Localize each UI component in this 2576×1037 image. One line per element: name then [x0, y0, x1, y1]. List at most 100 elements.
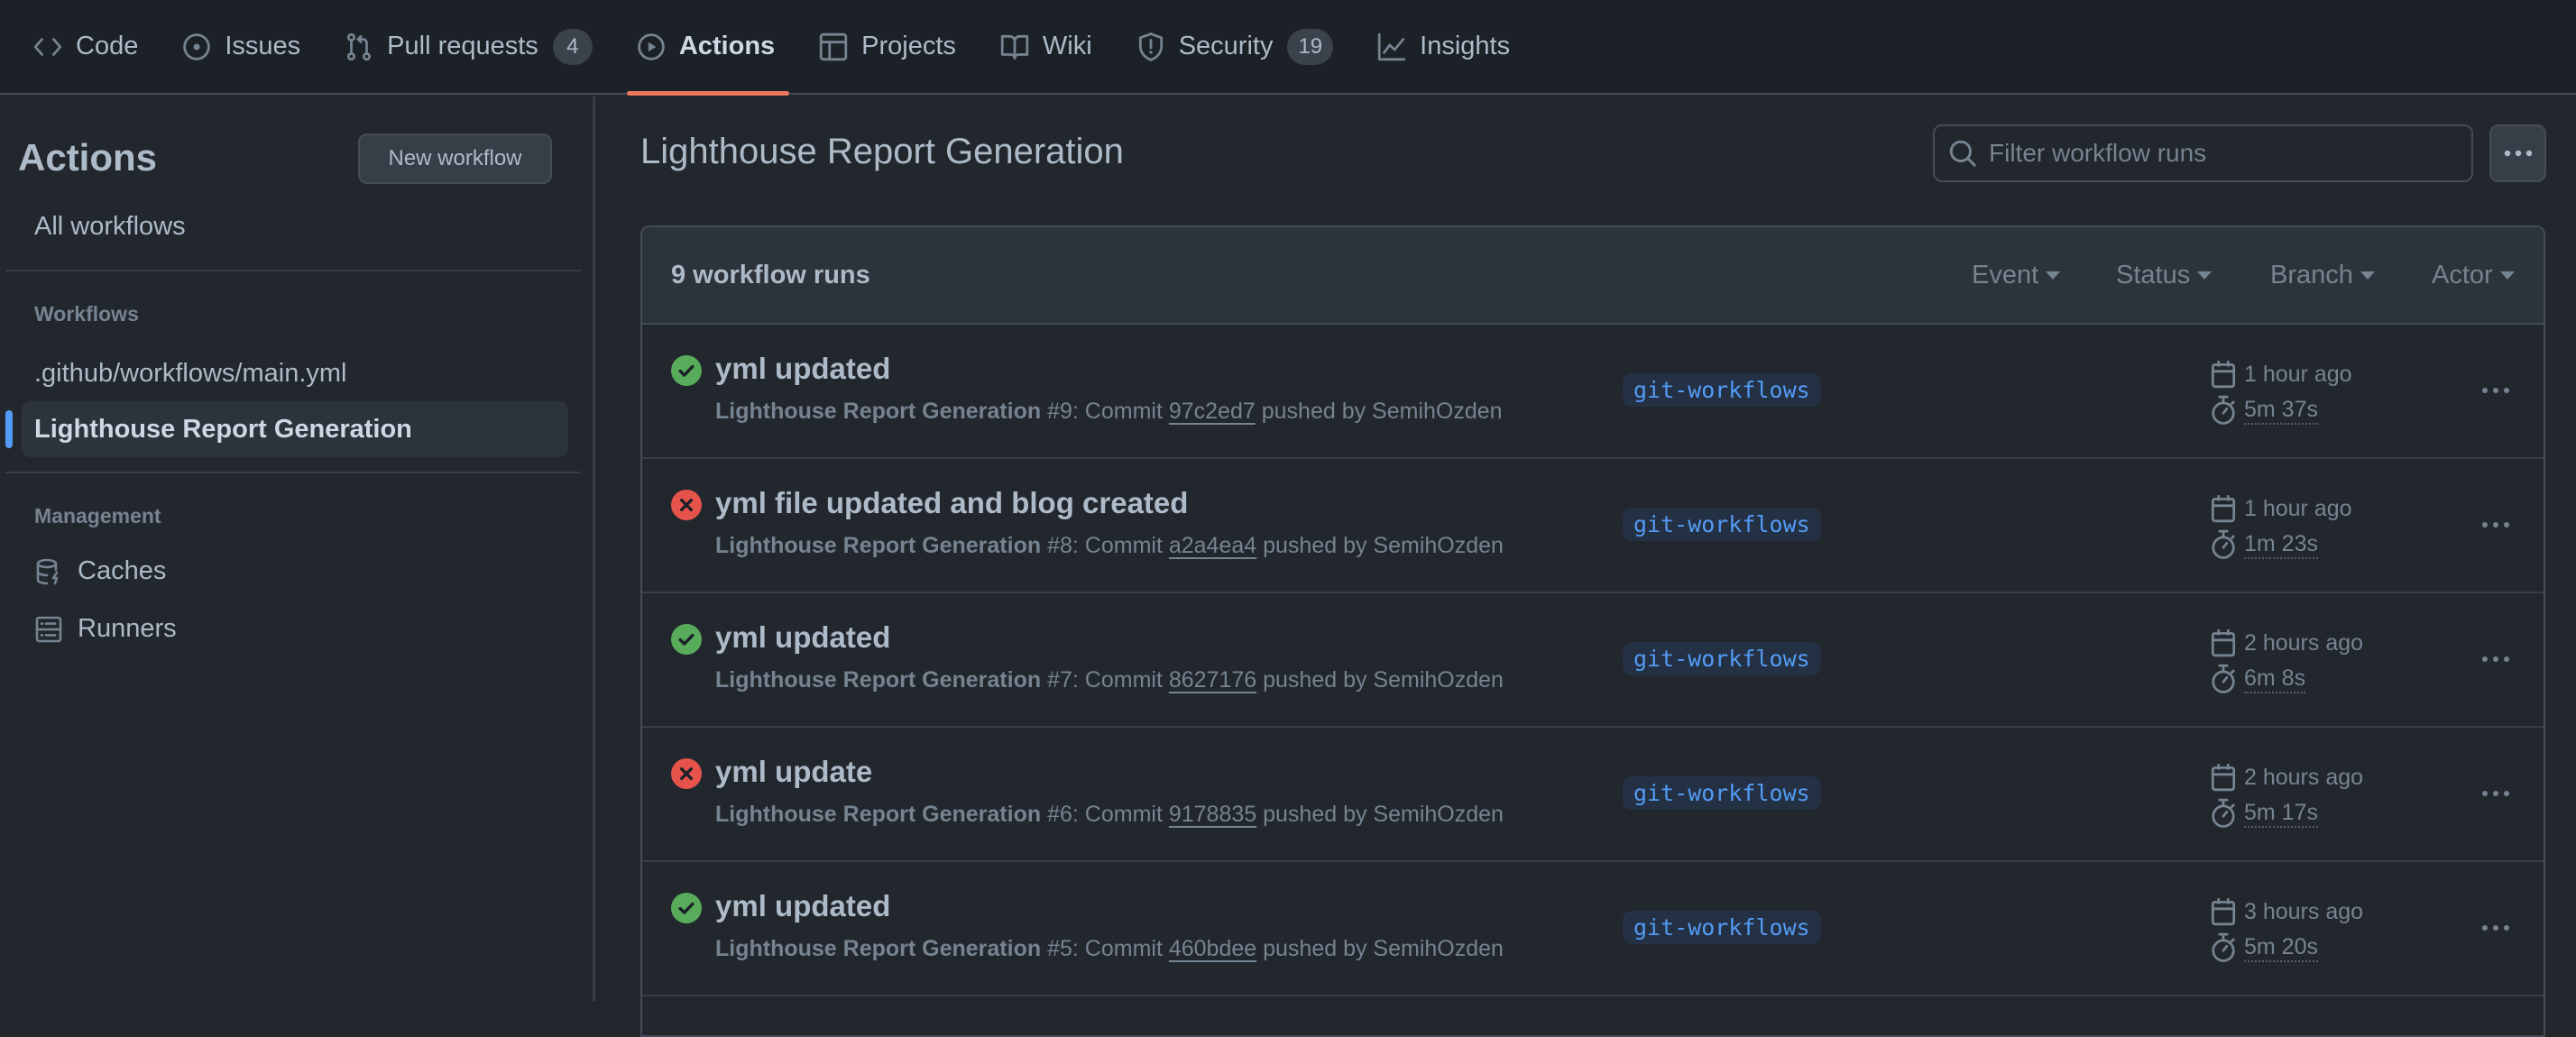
commit-sha-link[interactable]: 460bdee: [1169, 936, 1256, 961]
check-circle-icon: [671, 355, 702, 386]
run-menu-button[interactable]: [2473, 644, 2518, 675]
sidebar-item-runners[interactable]: Runners: [34, 614, 177, 644]
workflow-run-row[interactable]: yml updated Lighthouse Report Generation…: [642, 862, 2544, 996]
commit-sha-link[interactable]: 8627176: [1169, 667, 1256, 693]
event-filter-dropdown[interactable]: Event: [1972, 261, 2061, 290]
run-menu-button[interactable]: [2473, 778, 2518, 809]
workflow-run-row[interactable]: yml file updated and blog created Lighth…: [642, 459, 2544, 593]
sidebar-item-all-workflows[interactable]: All workflows: [34, 212, 186, 242]
run-title[interactable]: yml update: [715, 755, 872, 789]
branch-label[interactable]: git-workflows: [1623, 373, 1821, 407]
branch-label[interactable]: git-workflows: [1623, 776, 1821, 810]
run-title[interactable]: yml updated: [715, 889, 890, 923]
calendar-icon: [2211, 495, 2236, 523]
tab-security[interactable]: Security 19: [1136, 0, 1334, 94]
sidebar-item-label: Caches: [78, 556, 167, 585]
tab-wiki[interactable]: Wiki: [999, 0, 1092, 94]
workflow-menu-button[interactable]: [2489, 124, 2546, 182]
run-duration: 1m 23s: [2210, 529, 2318, 560]
run-meta: Lighthouse Report Generation #6: Commit …: [715, 802, 1504, 828]
pushed-by: pushed by SemihOzden: [1256, 533, 1504, 558]
commit-sha-link[interactable]: 97c2ed7: [1169, 399, 1256, 424]
pushed-by: pushed by SemihOzden: [1256, 802, 1504, 827]
management-heading: Management: [34, 504, 161, 528]
commit-sha-link[interactable]: a2a4ea4: [1169, 533, 1256, 558]
play-icon: [636, 32, 667, 62]
x-circle-icon: [671, 490, 702, 520]
run-menu-button[interactable]: [2473, 509, 2518, 540]
run-time-ago: 2 hours ago: [2244, 629, 2364, 656]
stopwatch-icon: [2212, 395, 2235, 425]
tab-projects[interactable]: Projects: [818, 0, 956, 94]
branch-filter-dropdown[interactable]: Branch: [2270, 261, 2375, 290]
stopwatch-icon: [2212, 932, 2235, 962]
pushed-by: pushed by SemihOzden: [1256, 667, 1504, 693]
run-time-ago: 1 hour ago: [2244, 495, 2352, 521]
run-menu-button[interactable]: [2473, 913, 2518, 943]
sidebar-item-label: Lighthouse Report Generation: [34, 414, 412, 444]
filter-input[interactable]: [1989, 139, 2458, 168]
kebab-horizontal-icon: [2482, 925, 2509, 931]
workflow-run-row[interactable]: yml updated Lighthouse Report Generation…: [642, 593, 2544, 728]
run-title[interactable]: yml updated: [715, 620, 890, 655]
sidebar-item-label: .github/workflows/main.yml: [34, 358, 347, 388]
filter-workflow-runs[interactable]: [1933, 124, 2473, 182]
workflow-name: Lighthouse Report Generation: [715, 802, 1042, 827]
workflow-run-row[interactable]: yml updated Lighthouse Report Generation…: [642, 325, 2544, 459]
tab-label: Code: [76, 32, 139, 60]
tab-issues[interactable]: Issues: [181, 0, 300, 94]
git-pull-request-icon: [344, 32, 374, 62]
filter-label: Actor: [2432, 260, 2493, 289]
sidebar-item-label: Runners: [78, 614, 177, 643]
run-title[interactable]: yml file updated and blog created: [715, 486, 1188, 520]
run-meta: Lighthouse Report Generation #8: Commit …: [715, 533, 1504, 559]
tab-actions[interactable]: Actions: [626, 0, 790, 96]
search-icon: [1949, 140, 1976, 167]
run-duration-value: 5m 37s: [2244, 397, 2318, 425]
branch-label[interactable]: git-workflows: [1623, 508, 1821, 541]
workflow-name: Lighthouse Report Generation: [715, 399, 1042, 424]
tab-label: Pull requests: [387, 32, 538, 60]
tab-label: Insights: [1420, 32, 1511, 60]
book-icon: [999, 32, 1030, 62]
run-number: #6: [1047, 802, 1072, 827]
workflow-run-row[interactable]: yml update Lighthouse Report Generation …: [642, 728, 2544, 862]
run-menu-button[interactable]: [2473, 375, 2518, 406]
branch-label[interactable]: git-workflows: [1623, 642, 1821, 675]
workflow-name: Lighthouse Report Generation: [715, 533, 1042, 558]
branch-label[interactable]: git-workflows: [1623, 911, 1821, 944]
security-counter: 19: [1287, 28, 1334, 65]
tab-insights[interactable]: Insights: [1376, 0, 1510, 94]
actor-filter-dropdown[interactable]: Actor: [2432, 261, 2515, 290]
sidebar-item-main-yml[interactable]: .github/workflows/main.yml: [22, 345, 568, 401]
kebab-horizontal-icon: [2504, 150, 2532, 157]
commit-sha-link[interactable]: 9178835: [1169, 802, 1256, 827]
tab-label: Actions: [678, 32, 776, 60]
run-duration-value: 5m 20s: [2244, 934, 2318, 962]
tab-code[interactable]: Code: [32, 0, 138, 94]
tab-label: Security: [1178, 32, 1274, 60]
run-number: #5: [1047, 936, 1072, 961]
stopwatch-icon: [2212, 529, 2235, 559]
sidebar-item-caches[interactable]: Caches: [34, 556, 166, 586]
sidebar-divider: [5, 270, 581, 271]
commit-prefix: : Commit: [1072, 399, 1169, 424]
run-meta: Lighthouse Report Generation #5: Commit …: [715, 936, 1504, 962]
run-timestamp: 2 hours ago: [2210, 628, 2363, 658]
new-workflow-button[interactable]: New workflow: [358, 133, 552, 184]
status-filter-dropdown[interactable]: Status: [2116, 261, 2213, 290]
run-time-ago: 1 hour ago: [2244, 361, 2352, 387]
commit-prefix: : Commit: [1072, 936, 1169, 961]
tab-pull-requests[interactable]: Pull requests 4: [344, 0, 593, 94]
calendar-icon: [2211, 764, 2236, 792]
pushed-by: pushed by SemihOzden: [1255, 399, 1503, 424]
table-icon: [818, 32, 849, 62]
repo-nav: Code Issues Pull requests 4 Actions Proj…: [0, 0, 2576, 96]
kebab-horizontal-icon: [2482, 791, 2509, 796]
sidebar-divider: [5, 472, 581, 473]
run-duration: 5m 37s: [2210, 395, 2318, 426]
run-title[interactable]: yml updated: [715, 352, 890, 386]
run-meta: Lighthouse Report Generation #7: Commit …: [715, 667, 1504, 693]
sidebar-item-lighthouse-report-generation[interactable]: Lighthouse Report Generation: [5, 401, 568, 457]
run-duration: 5m 17s: [2210, 798, 2318, 829]
